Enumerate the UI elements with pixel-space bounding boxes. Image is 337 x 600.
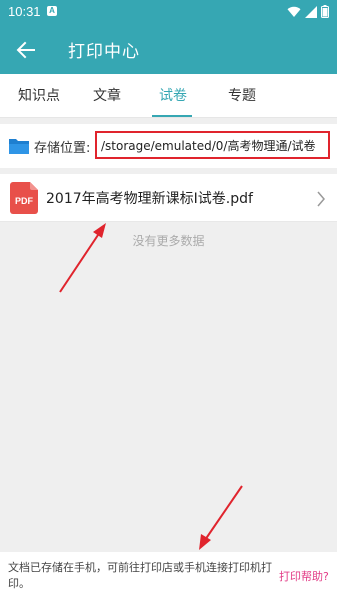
battery-icon bbox=[321, 5, 329, 18]
file-name: 2017年高考物理新课标I试卷.pdf bbox=[46, 191, 253, 207]
status-time: 10:31 bbox=[8, 4, 41, 19]
empty-message: 没有更多数据 bbox=[132, 234, 205, 248]
wifi-icon bbox=[287, 6, 301, 17]
page-title: 打印中心 bbox=[68, 42, 140, 62]
tab-bar: 知识点 文章 试卷 专题 bbox=[0, 74, 337, 118]
tab-active-indicator bbox=[152, 115, 192, 117]
storage-label: 存储位置: bbox=[34, 141, 91, 156]
tab-papers[interactable]: 试卷 bbox=[159, 74, 187, 118]
signal-icon bbox=[305, 5, 317, 18]
status-icons bbox=[287, 5, 329, 18]
app-notification-icon: A bbox=[47, 6, 57, 16]
file-list-item[interactable]: PDF 2017年高考物理新课标I试卷.pdf bbox=[0, 174, 337, 222]
pdf-file-icon: PDF bbox=[10, 182, 38, 214]
tab-articles[interactable]: 文章 bbox=[93, 74, 121, 118]
storage-path: /storage/emulated/0/高考物理通/试卷 bbox=[101, 139, 316, 153]
storage-notice-text: 文档已存储在手机，可前往打印店或手机连接打印机打印。 bbox=[8, 561, 272, 590]
back-button[interactable] bbox=[12, 36, 40, 64]
storage-path-highlight: /storage/emulated/0/高考物理通/试卷 bbox=[95, 131, 330, 159]
pdf-icon-label: PDF bbox=[15, 196, 34, 206]
folder-icon bbox=[9, 139, 29, 154]
tab-topics[interactable]: 专题 bbox=[228, 74, 256, 118]
print-help-link[interactable]: 打印帮助? bbox=[279, 568, 329, 584]
arrow-left-icon bbox=[16, 41, 35, 59]
status-bar: 10:31 A bbox=[0, 0, 337, 24]
tab-knowledge[interactable]: 知识点 bbox=[18, 74, 60, 118]
bottom-info-bar: 文档已存储在手机，可前往打印店或手机连接打印机打印。 打印帮助? bbox=[0, 552, 337, 600]
app-bar: 打印中心 bbox=[0, 24, 337, 74]
chevron-right-icon bbox=[317, 191, 325, 207]
